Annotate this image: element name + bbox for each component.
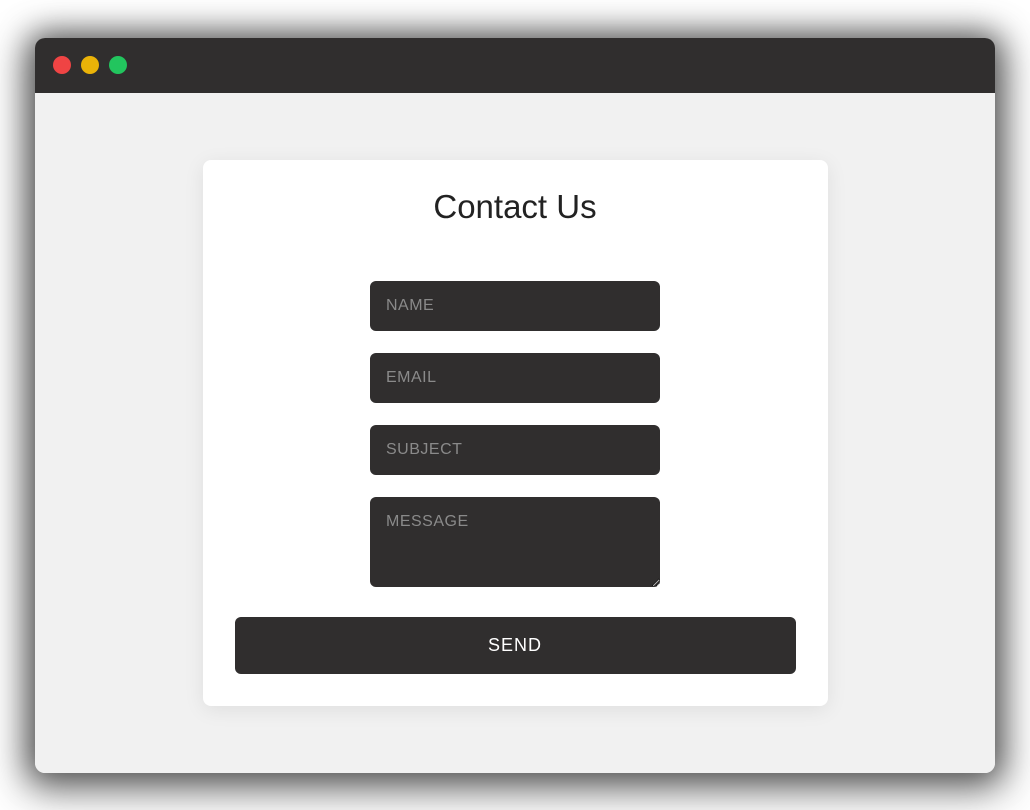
send-button[interactable]: SEND bbox=[235, 617, 796, 674]
form-fields bbox=[370, 281, 660, 587]
title-bar bbox=[35, 38, 995, 93]
message-field[interactable] bbox=[370, 497, 660, 587]
close-icon[interactable] bbox=[53, 56, 71, 74]
content-area: Contact Us SEND bbox=[35, 93, 995, 773]
minimize-icon[interactable] bbox=[81, 56, 99, 74]
subject-field[interactable] bbox=[370, 425, 660, 475]
name-field[interactable] bbox=[370, 281, 660, 331]
card-title: Contact Us bbox=[433, 188, 596, 226]
contact-card: Contact Us SEND bbox=[203, 160, 828, 706]
browser-window: Contact Us SEND bbox=[35, 38, 995, 773]
maximize-icon[interactable] bbox=[109, 56, 127, 74]
email-field[interactable] bbox=[370, 353, 660, 403]
traffic-lights bbox=[53, 56, 127, 74]
